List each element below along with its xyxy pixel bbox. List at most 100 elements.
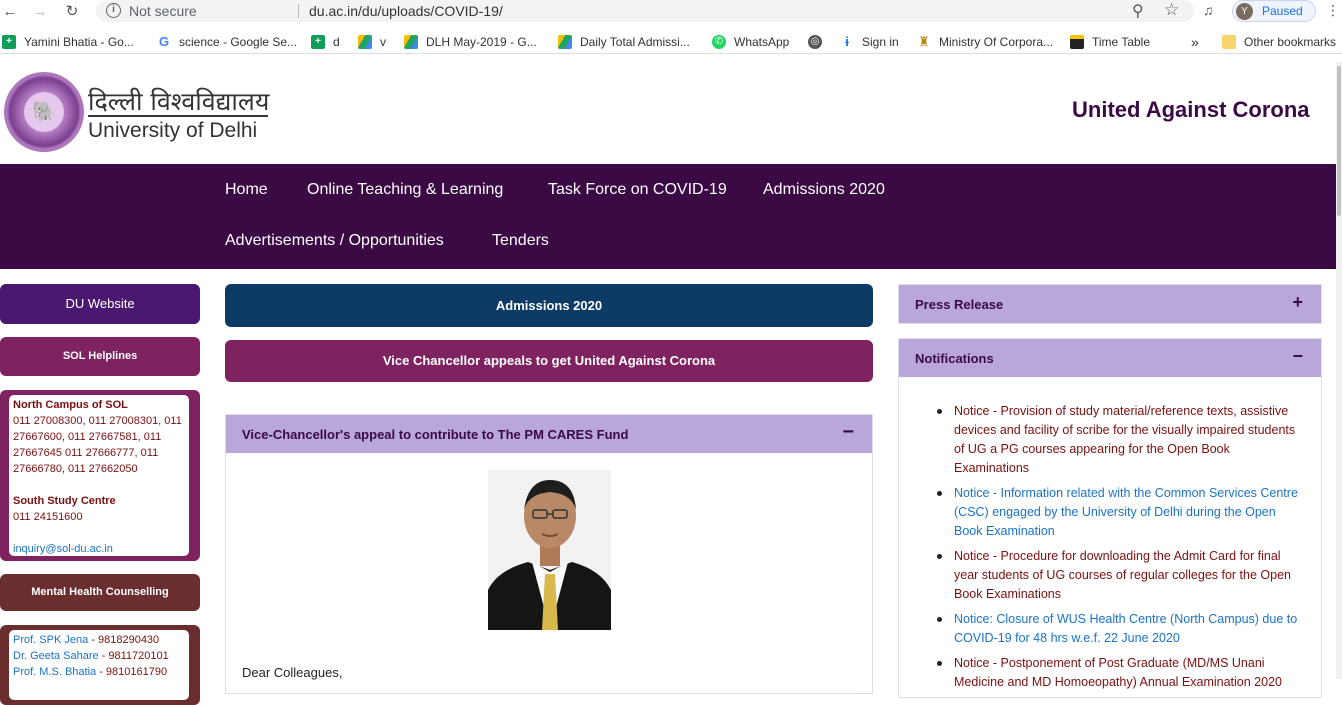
address-bar[interactable]: i Not secure du.ac.in/du/uploads/COVID-1… xyxy=(96,0,1194,22)
page-scrollbar[interactable] xyxy=(1336,62,1342,679)
site-header: 🐘 दिल्ली विश्वविद्यालय University of Del… xyxy=(0,62,1336,164)
nav-advertisements[interactable]: Advertisements / Opportunities xyxy=(225,232,444,250)
bookmark-label: Daily Total Admissi... xyxy=(580,35,690,49)
bookmark-item[interactable]: ɨ Sign in xyxy=(840,33,899,51)
sheets-icon: + xyxy=(2,35,16,49)
profile-status: Paused xyxy=(1262,4,1303,18)
notifications-title: Notifications xyxy=(915,351,994,366)
expand-icon[interactable]: + xyxy=(1292,292,1303,313)
vice-chancellor-photo xyxy=(488,470,611,630)
bookmark-label: science - Google Se... xyxy=(179,35,298,49)
divider xyxy=(298,4,299,18)
bookmark-label: Sign in xyxy=(862,35,899,49)
counsellor-name[interactable]: Dr. Geeta Sahare xyxy=(13,650,99,662)
south-centre-title: South Study Centre xyxy=(13,495,116,507)
menu-icon[interactable]: ⋮ xyxy=(1326,2,1340,19)
counsellor-phone: - 9811720101 xyxy=(98,650,169,662)
divider xyxy=(88,115,268,117)
nav-online-teaching[interactable]: Online Teaching & Learning xyxy=(307,181,503,199)
notifications-header[interactable]: Notifications − xyxy=(899,339,1321,377)
site-tagline: United Against Corona xyxy=(1072,97,1310,122)
counsellor-item: Dr. Geeta Sahare - 9811720101 xyxy=(13,648,185,664)
profile-button[interactable]: Y Paused xyxy=(1232,0,1316,22)
bookmark-item[interactable]: ♜ Ministry Of Corpora... xyxy=(917,33,1053,51)
counsellor-phone: - 9818290430 xyxy=(88,634,160,646)
notification-item[interactable]: Notice - Postponement of Post Graduate (… xyxy=(934,654,1304,692)
south-centre-number: 011 24151600 xyxy=(13,511,83,523)
bookmark-label: Time Table xyxy=(1092,35,1151,49)
drive-icon xyxy=(558,35,572,49)
admissions-2020-button[interactable]: Admissions 2020 xyxy=(225,284,873,327)
timetable-icon xyxy=(1070,35,1084,49)
notification-item[interactable]: Notice - Provision of study material/ref… xyxy=(934,402,1304,478)
vc-panel-header[interactable]: Vice-Chancellor's appeal to contribute t… xyxy=(226,415,872,453)
reload-icon[interactable]: ↻ xyxy=(62,2,82,22)
university-name-english: University of Delhi xyxy=(88,119,258,142)
main-navigation: Home Online Teaching & Learning Task For… xyxy=(0,164,1336,269)
emblem-icon: ♜ xyxy=(917,34,931,49)
mental-health-button[interactable]: Mental Health Counselling xyxy=(0,574,200,611)
security-label: Not secure xyxy=(129,3,197,19)
bookmark-label: d xyxy=(333,35,340,49)
bookmark-item[interactable]: DLH May-2019 - G... xyxy=(404,33,537,51)
nav-task-force[interactable]: Task Force on COVID-19 xyxy=(548,181,727,199)
notification-item[interactable]: Notice: Closure of WUS Health Centre (No… xyxy=(934,610,1304,648)
counsellor-name[interactable]: Prof. M.S. Bhatia xyxy=(13,666,96,678)
counsellor-item: Prof. SPK Jena - 9818290430 xyxy=(13,632,185,648)
nav-admissions[interactable]: Admissions 2020 xyxy=(763,181,885,199)
press-release-panel: Press Release + xyxy=(898,284,1322,324)
bookmark-item[interactable]: + Yamini Bhatia - Go... xyxy=(2,33,134,51)
bookmark-item[interactable]: Gscience - Google Se... xyxy=(157,33,297,51)
media-control-icon[interactable]: ♫ xyxy=(1203,2,1214,18)
bookmark-label: DLH May-2019 - G... xyxy=(426,35,537,49)
bookmark-label: v xyxy=(380,35,386,49)
vc-panel-title: Vice-Chancellor's appeal to contribute t… xyxy=(242,427,629,442)
drive-icon xyxy=(404,35,418,49)
notification-list: Notice - Provision of study material/ref… xyxy=(934,402,1304,698)
signin-icon: ɨ xyxy=(840,35,854,49)
university-name-hindi: दिल्ली विश्वविद्यालय xyxy=(88,87,270,116)
press-release-header[interactable]: Press Release + xyxy=(899,285,1321,323)
du-website-button[interactable]: DU Website xyxy=(0,284,200,324)
sol-email-link[interactable]: inquiry@sol-du.ac.in xyxy=(13,541,185,556)
zoom-icon[interactable]: ⚲ xyxy=(1132,1,1144,21)
browser-toolbar: ← → ↻ i Not secure du.ac.in/du/uploads/C… xyxy=(0,0,1342,24)
counsellor-phone: - 9810161790 xyxy=(96,666,168,678)
elephant-icon: 🐘 xyxy=(24,92,64,132)
collapse-icon[interactable]: − xyxy=(842,421,854,444)
north-campus-numbers: 011 27008300, 011 27008301, 011 27667600… xyxy=(13,415,182,475)
bookmark-item[interactable]: ✆ WhatsApp xyxy=(712,33,789,51)
bookmarks-overflow[interactable]: » xyxy=(1191,33,1199,51)
counsellor-name[interactable]: Prof. SPK Jena xyxy=(13,634,88,646)
bookmark-item[interactable]: + d xyxy=(311,33,340,51)
bookmark-item[interactable]: Daily Total Admissi... xyxy=(558,33,690,51)
folder-icon xyxy=(1222,35,1236,49)
back-icon[interactable]: ← xyxy=(0,2,20,22)
bookmark-star-icon[interactable]: ☆ xyxy=(1164,0,1179,20)
url-text[interactable]: du.ac.in/du/uploads/COVID-19/ xyxy=(309,3,503,19)
counsellors-box: Prof. SPK Jena - 9818290430 Dr. Geeta Sa… xyxy=(0,625,200,705)
drive-icon xyxy=(358,35,372,49)
university-seal-logo[interactable]: 🐘 xyxy=(4,72,84,152)
sol-helplines-button[interactable]: SOL Helplines xyxy=(0,337,200,376)
bookmark-item[interactable]: ◎ xyxy=(808,33,830,51)
bookmark-item[interactable]: v xyxy=(358,33,386,51)
nav-home[interactable]: Home xyxy=(225,181,268,199)
bookmark-label: WhatsApp xyxy=(734,35,790,49)
letter-greeting: Dear Colleagues, xyxy=(242,665,343,680)
avatar: Y xyxy=(1236,3,1253,20)
vc-appeal-button[interactable]: Vice Chancellor appeals to get United Ag… xyxy=(225,340,873,382)
info-icon[interactable]: i xyxy=(106,3,121,18)
whatsapp-icon: ✆ xyxy=(712,35,726,49)
notification-item[interactable]: Notice - Information related with the Co… xyxy=(934,484,1304,541)
bookmark-item[interactable]: Time Table xyxy=(1070,33,1150,51)
scrollbar-thumb[interactable] xyxy=(1337,66,1341,216)
notification-item[interactable]: Notice - Procedure for downloading the A… xyxy=(934,547,1304,604)
bookmarks-bar: + Yamini Bhatia - Go... Gscience - Google… xyxy=(0,30,1342,54)
collapse-icon[interactable]: − xyxy=(1292,346,1303,367)
nav-tenders[interactable]: Tenders xyxy=(492,232,549,250)
other-bookmarks[interactable]: Other bookmarks xyxy=(1222,33,1336,51)
vc-appeal-panel: Vice-Chancellor's appeal to contribute t… xyxy=(225,414,873,694)
portrait-image xyxy=(488,470,611,630)
forward-icon[interactable]: → xyxy=(30,2,50,22)
